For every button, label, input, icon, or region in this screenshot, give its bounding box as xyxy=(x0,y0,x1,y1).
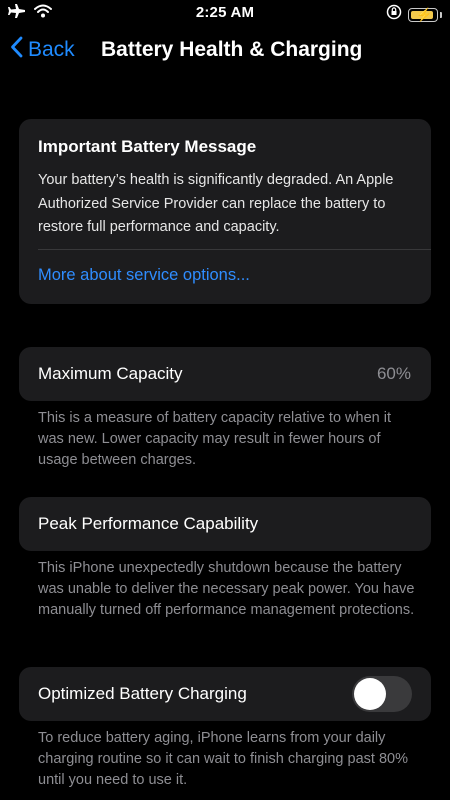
message-body: Your battery’s health is significantly d… xyxy=(38,172,394,235)
battery-charging-icon: ⚡ xyxy=(408,7,438,22)
maximum-capacity-value: 60% xyxy=(376,364,411,383)
back-label: Back xyxy=(28,37,75,61)
peak-performance-row: Peak Performance Capability xyxy=(19,497,431,551)
toggle-knob xyxy=(354,678,386,710)
maximum-capacity-footnote: This is a measure of battery capacity re… xyxy=(38,410,391,468)
nav-bar: Back Battery Health & Charging xyxy=(0,32,450,72)
maximum-capacity-row: Maximum Capacity 60% xyxy=(19,347,431,401)
back-button[interactable]: Back xyxy=(10,36,75,63)
battery-message-card: Important Battery Message Your battery’s… xyxy=(19,119,431,304)
chevron-left-icon xyxy=(10,36,24,63)
optimized-charging-toggle[interactable] xyxy=(352,676,412,712)
status-bar: 2:25 AM ⚡ xyxy=(0,0,450,26)
status-right: ⚡ xyxy=(386,4,442,25)
optimized-charging-footnote: To reduce battery aging, iPhone learns f… xyxy=(38,730,408,788)
orientation-lock-icon xyxy=(386,4,402,25)
peak-performance-label: Peak Performance Capability xyxy=(38,514,259,533)
service-options-link[interactable]: More about service options... xyxy=(38,266,250,285)
maximum-capacity-label: Maximum Capacity xyxy=(38,364,183,383)
divider xyxy=(38,249,431,250)
optimized-charging-row: Optimized Battery Charging xyxy=(19,667,431,721)
message-title: Important Battery Message xyxy=(38,137,257,156)
battery-tip xyxy=(440,11,442,18)
peak-performance-footnote: This iPhone unexpectedly shutdown becaus… xyxy=(38,560,415,618)
optimized-charging-label: Optimized Battery Charging xyxy=(38,684,247,703)
page-title: Battery Health & Charging xyxy=(101,38,363,61)
status-time: 2:25 AM xyxy=(195,4,255,21)
